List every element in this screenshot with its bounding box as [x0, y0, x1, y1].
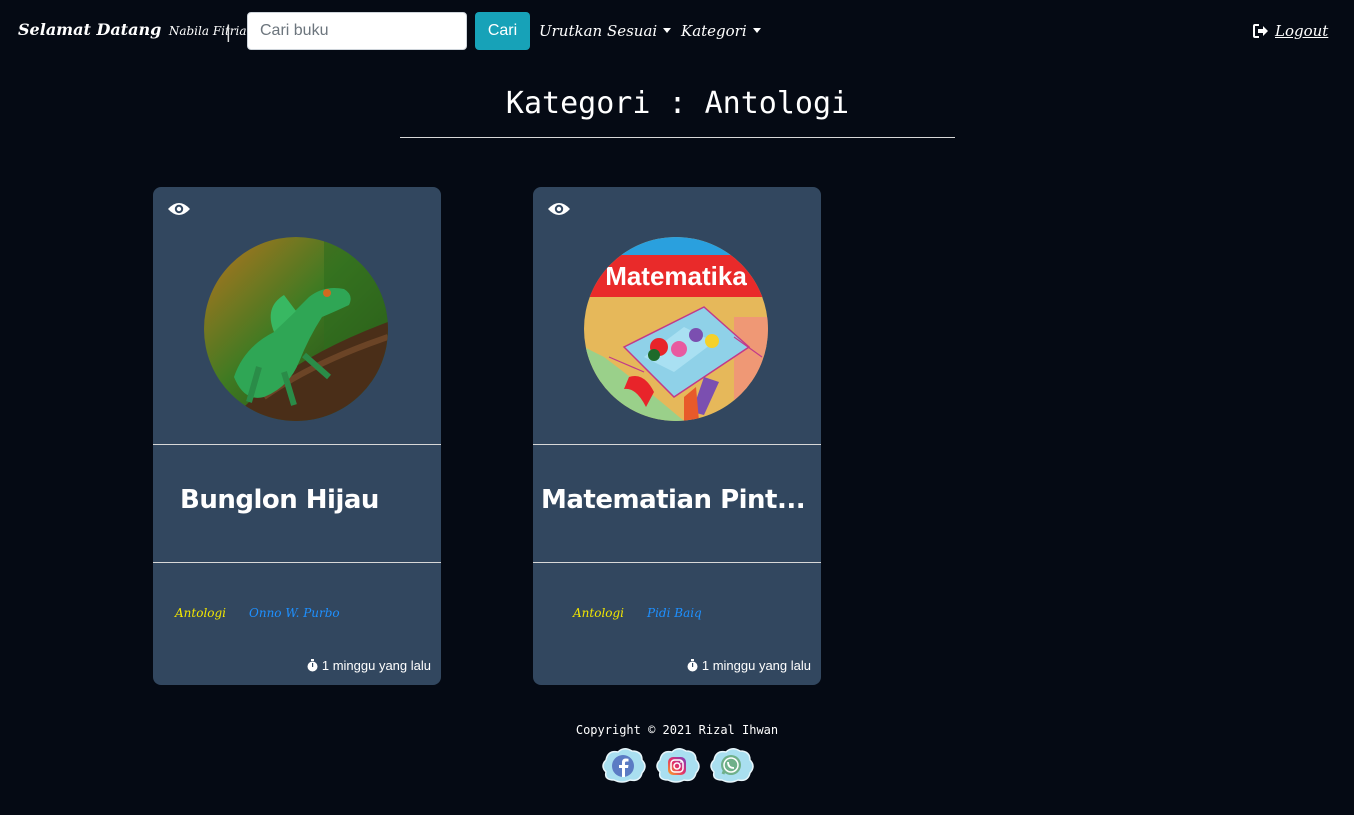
eye-icon[interactable]: [167, 201, 191, 217]
book-timestamp-text: 1 minggu yang lalu: [321, 658, 431, 673]
search-button[interactable]: Cari: [475, 12, 530, 50]
book-timestamp-text: 1 minggu yang lalu: [701, 658, 811, 673]
category-dropdown-label: Kategori: [681, 22, 747, 40]
card-divider: [533, 444, 821, 445]
social-links: [600, 746, 754, 786]
chevron-down-icon: [752, 28, 761, 33]
whatsapp-icon[interactable]: [708, 746, 754, 784]
facebook-icon[interactable]: [600, 746, 646, 784]
page-title: Kategori : Antologi: [505, 86, 850, 121]
sign-out-icon: [1253, 24, 1268, 38]
copyright-text: Copyright © 2021 Rizal Ihwan: [575, 723, 779, 737]
brand-username: Nabila Fitriani: [168, 24, 259, 38]
book-card[interactable]: Matematika Matematian Pint... Antologi P…: [533, 187, 821, 685]
logout-label: Logout: [1275, 22, 1329, 40]
cover-title-text: Matematika: [605, 261, 747, 291]
logout-link[interactable]: Logout: [1253, 22, 1328, 40]
brand-greeting: Selamat Datang: [18, 20, 162, 39]
instagram-icon[interactable]: [654, 746, 700, 784]
book-author[interactable]: Pidi Baiq: [647, 606, 702, 620]
book-title[interactable]: Bunglon Hijau: [180, 485, 379, 515]
eye-icon[interactable]: [547, 201, 571, 217]
book-author[interactable]: Onno W. Purbo: [249, 606, 340, 620]
brand[interactable]: Selamat Datang Nabila Fitriani: [18, 20, 258, 39]
card-divider: [153, 562, 441, 563]
sort-dropdown-label: Urutkan Sesuai: [539, 22, 658, 40]
sort-dropdown[interactable]: Urutkan Sesuai: [539, 22, 672, 40]
book-category[interactable]: Antologi: [175, 606, 226, 620]
card-divider: [533, 562, 821, 563]
book-category[interactable]: Antologi: [573, 606, 624, 620]
book-timestamp: 1 minggu yang lalu: [687, 658, 811, 673]
card-divider: [153, 444, 441, 445]
title-divider: [400, 137, 955, 138]
book-card[interactable]: Bunglon Hijau Antologi Onno W. Purbo 1 m…: [153, 187, 441, 685]
search-input[interactable]: [247, 12, 467, 50]
chevron-down-icon: [663, 28, 672, 33]
book-cover-image[interactable]: [204, 237, 388, 421]
book-title[interactable]: Matematian Pint...: [541, 485, 806, 515]
stopwatch-icon: [687, 659, 698, 672]
stopwatch-icon: [307, 659, 318, 672]
category-dropdown[interactable]: Kategori: [681, 22, 761, 40]
navbar: Selamat Datang Nabila Fitriani | Cari Ur…: [0, 0, 1354, 62]
book-cover-image[interactable]: Matematika: [584, 237, 768, 421]
book-timestamp: 1 minggu yang lalu: [307, 658, 431, 673]
nav-separator: |: [226, 22, 231, 42]
